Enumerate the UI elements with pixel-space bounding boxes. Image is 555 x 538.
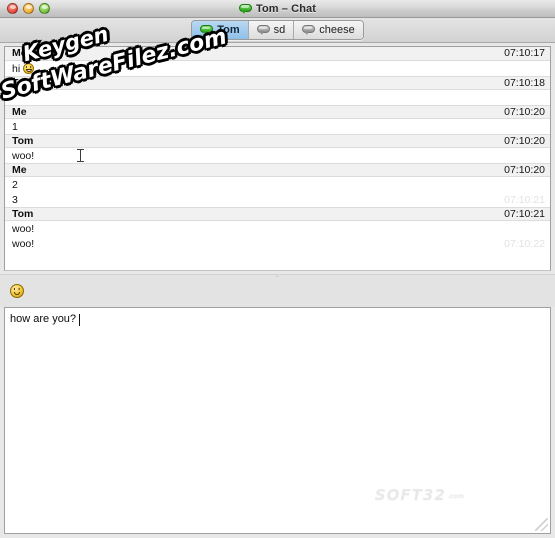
message-line: 1 — [5, 119, 550, 134]
footer-watermark-suffix: .com — [447, 493, 464, 500]
message-sender: Tom — [12, 207, 34, 220]
message-text: 1 — [12, 120, 18, 133]
message-text: woo! — [12, 237, 35, 250]
message-timestamp: 07:10:20 — [504, 105, 545, 118]
tab-label: cheese — [319, 23, 355, 36]
message-line: woo! 07:10:22 — [5, 236, 550, 251]
smiley-icon[interactable] — [10, 284, 24, 298]
message-timestamp: 07:10:17 — [504, 47, 545, 60]
tab-label: Tom — [217, 23, 240, 36]
message-input-text-wrap: how are you? — [10, 313, 81, 326]
message-header: Tom 07:10:20 — [5, 134, 550, 148]
tab-label: sd — [273, 23, 286, 36]
window-controls — [7, 3, 50, 14]
message-sender: Me — [12, 105, 27, 118]
title-bar[interactable]: Tom – Chat — [0, 0, 555, 18]
zoom-button[interactable] — [39, 3, 50, 14]
text-caret — [79, 313, 81, 326]
tab-group: Tom sd cheese — [191, 20, 364, 40]
message-text: hi — [12, 62, 21, 75]
tab-tom[interactable]: Tom — [192, 21, 249, 39]
message-timestamp: 07:10:18 — [504, 76, 545, 89]
footer-watermark: SOFT32 .com — [375, 486, 464, 504]
chat-bubble-icon — [238, 3, 252, 14]
chat-window: Tom – Chat Tom sd cheese Me 07:10:17 hi … — [0, 0, 555, 538]
message-line: 2 — [5, 177, 550, 192]
message-sender: Me — [12, 163, 27, 176]
tab-cheese[interactable]: cheese — [294, 21, 363, 39]
message-input-value: how are you? — [10, 313, 77, 325]
message-line: hi — [5, 61, 550, 76]
message-header: Me 07:10:20 — [5, 163, 550, 177]
message-input[interactable]: how are you? SOFT32 .com — [4, 307, 551, 534]
message-text: woo! — [12, 149, 35, 162]
resize-grip[interactable] — [535, 518, 548, 531]
text-cursor — [77, 149, 84, 162]
message-text: woo! — [12, 222, 35, 235]
message-line: woo! — [5, 148, 550, 163]
message-timestamp: 07:10:20 — [504, 134, 545, 147]
window-title: Tom – Chat — [255, 2, 317, 15]
footer-watermark-brand: SOFT32 — [374, 486, 446, 504]
message-header: Me 07:10:17 — [5, 47, 550, 61]
chat-bubble-icon — [200, 25, 214, 35]
message-sender: Me — [12, 47, 27, 60]
toolbar-tick-mark: ˘ — [276, 275, 279, 284]
chat-bubble-icon — [302, 25, 316, 35]
message-timestamp-faint: 07:10:21 — [504, 193, 545, 206]
message-header: Me 07:10:20 — [5, 105, 550, 119]
message-header: Tom 07:10:18 — [5, 76, 550, 90]
message-transcript[interactable]: Me 07:10:17 hi Tom 07:10:18 Me 07:10:20 … — [4, 46, 551, 271]
message-text: 2 — [12, 178, 18, 191]
grinning-face-icon — [23, 63, 35, 74]
message-header: Tom 07:10:21 — [5, 207, 550, 221]
composer-toolbar: ˘ — [0, 274, 555, 307]
message-timestamp: 07:10:21 — [504, 207, 545, 220]
close-button[interactable] — [7, 3, 18, 14]
message-timestamp-faint: 07:10:22 — [504, 237, 545, 250]
chat-bubble-icon — [256, 25, 270, 35]
message-line: woo! — [5, 221, 550, 236]
tab-sd[interactable]: sd — [248, 21, 295, 39]
minimize-button[interactable] — [23, 3, 34, 14]
title-container: Tom – Chat — [0, 0, 555, 17]
message-line: 3 07:10:21 — [5, 192, 550, 207]
message-sender: Tom — [12, 134, 34, 147]
message-line — [5, 90, 550, 105]
tab-bar: Tom sd cheese — [0, 18, 555, 43]
message-sender: Tom — [12, 76, 34, 89]
message-timestamp: 07:10:20 — [504, 163, 545, 176]
message-text: 3 — [12, 193, 18, 206]
